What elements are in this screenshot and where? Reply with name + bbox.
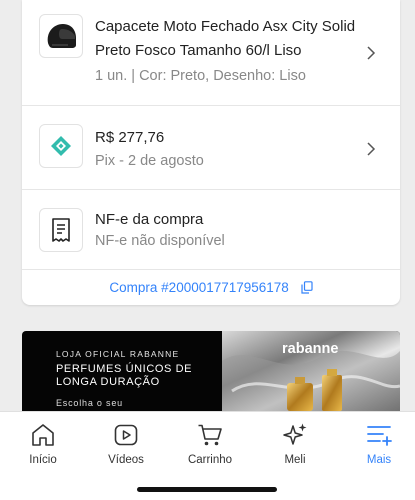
invoice-row: NF-e da compra NF-e não disponível — [22, 190, 400, 270]
tab-videos[interactable]: Vídeos — [86, 422, 166, 466]
home-indicator[interactable] — [137, 487, 277, 492]
tab-label: Início — [29, 454, 57, 466]
payment-method: Pix - 2 de agosto — [95, 153, 204, 169]
invoice-thumbnail — [39, 208, 83, 252]
tab-label: Vídeos — [108, 454, 144, 466]
menu-plus-icon — [367, 426, 392, 446]
banner-cta: Escolha o seu — [56, 398, 123, 408]
order-item-row[interactable]: Capacete Moto Fechado Asx City Solid Pre… — [22, 0, 400, 106]
tab-label: Meli — [284, 454, 306, 466]
purchase-id-row: Compra #2000017717956178 — [22, 270, 400, 305]
chevron-right-icon — [367, 46, 376, 60]
copy-icon[interactable] — [300, 281, 313, 294]
home-icon — [32, 424, 54, 446]
payment-thumbnail — [39, 124, 83, 168]
banner-headline: PERFUMES ÚNICOS DE LONGA DURAÇÃO — [56, 363, 193, 388]
helmet-icon — [47, 24, 76, 48]
tab-inicio[interactable]: Início — [3, 422, 83, 466]
tab-meli[interactable]: Meli — [255, 422, 335, 466]
order-detail-card: Capacete Moto Fechado Asx City Solid Pre… — [22, 0, 400, 305]
sparkle-icon — [283, 423, 307, 445]
tab-carrinho[interactable]: Carrinho — [170, 422, 250, 466]
chevron-right-icon — [367, 142, 376, 156]
purchase-id-link[interactable]: Compra #2000017717956178 — [22, 280, 400, 295]
tab-mais[interactable]: Mais — [339, 422, 415, 466]
product-thumbnail — [39, 14, 83, 58]
product-details: 1 un. | Cor: Preto, Desenho: Liso — [95, 68, 306, 84]
ad-banner[interactable]: LOJA OFICIAL RABANNE PERFUMES ÚNICOS DE … — [22, 331, 400, 411]
tab-label: Carrinho — [187, 454, 233, 466]
receipt-icon — [52, 218, 70, 242]
purchase-id-label: Compra #2000017717956178 — [109, 280, 289, 295]
tab-label: Mais — [366, 454, 392, 466]
invoice-title: NF-e da compra — [95, 211, 204, 228]
payment-amount: R$ 277,76 — [95, 129, 165, 146]
pix-icon — [51, 136, 71, 156]
video-play-icon — [114, 424, 138, 446]
cart-icon — [198, 424, 222, 446]
product-title: Capacete Moto Fechado Asx City Solid Pre… — [95, 18, 356, 59]
invoice-status: NF-e não disponível — [95, 233, 225, 249]
payment-row[interactable]: R$ 277,76 Pix - 2 de agosto — [22, 106, 400, 190]
banner-brand-logo: rabanne — [282, 341, 339, 357]
banner-store-name: LOJA OFICIAL RABANNE — [56, 349, 180, 359]
